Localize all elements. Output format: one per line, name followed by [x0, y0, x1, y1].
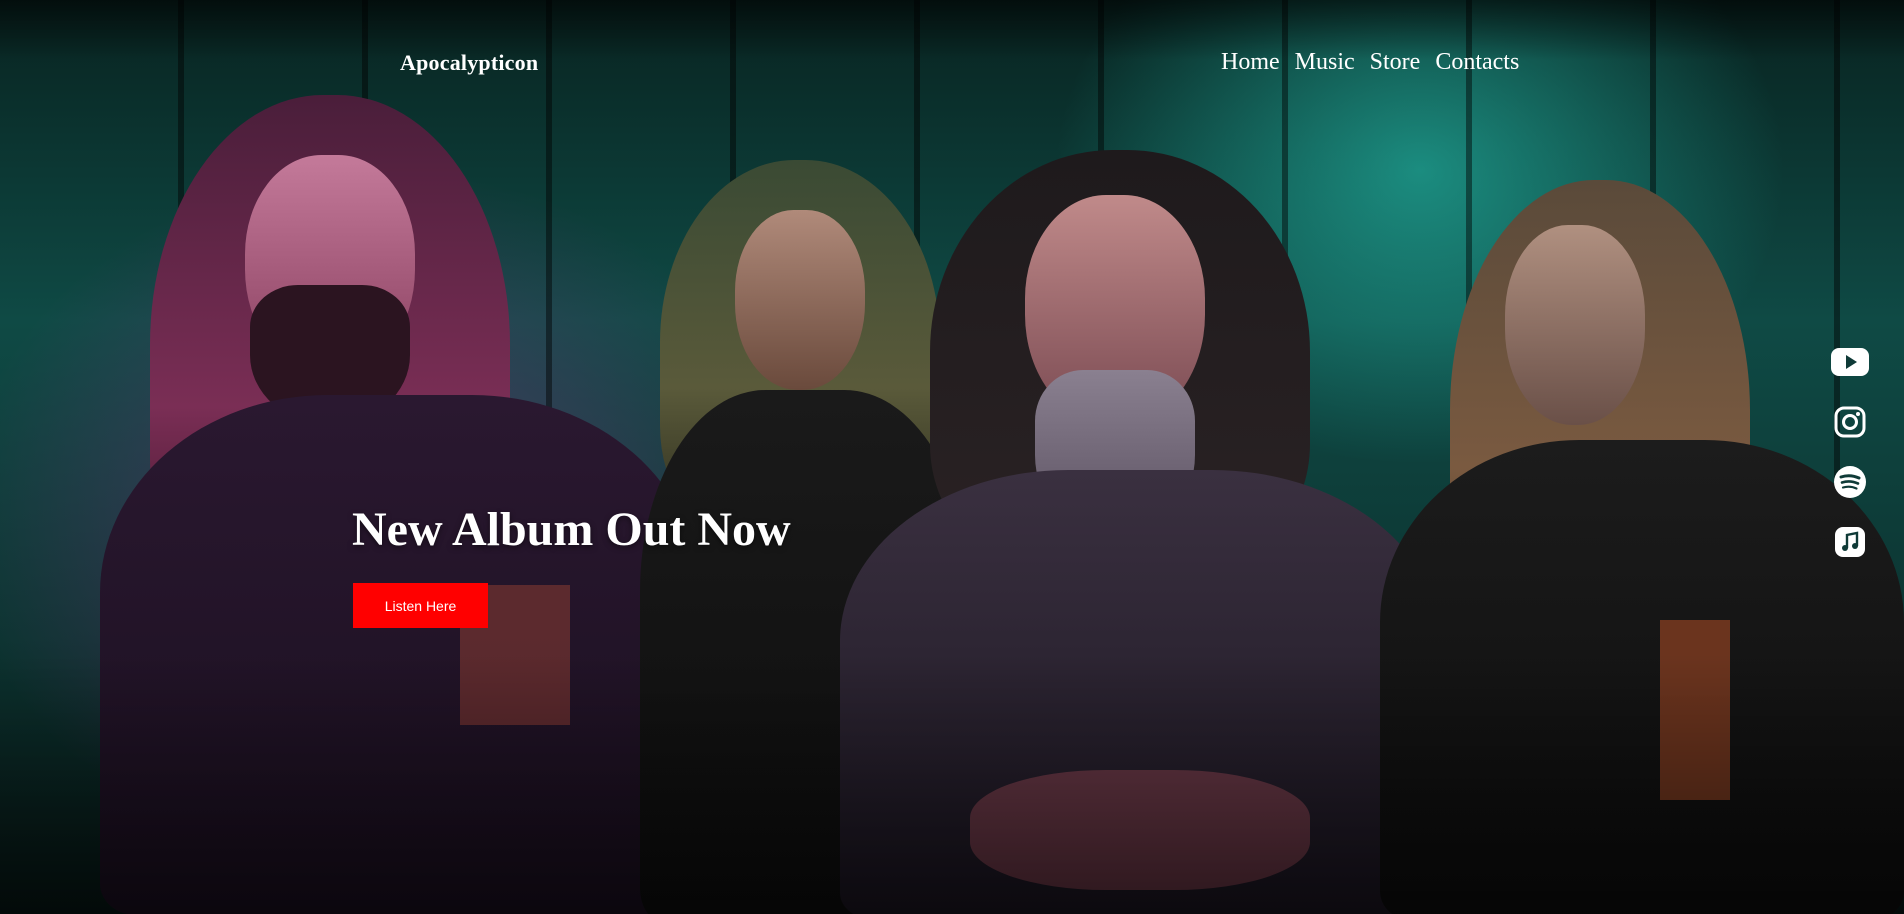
band-photo — [0, 0, 1904, 914]
instagram-icon[interactable] — [1830, 403, 1870, 441]
youtube-icon[interactable] — [1830, 343, 1870, 381]
brand-logo[interactable]: Apocalypticon — [400, 50, 538, 76]
nav-item-contacts[interactable]: Contacts — [1435, 49, 1519, 76]
hero-section: Apocalypticon Home Music Store Contacts … — [0, 0, 1904, 914]
nav-item-store[interactable]: Store — [1370, 49, 1421, 76]
social-links — [1830, 343, 1870, 561]
spotify-icon[interactable] — [1830, 463, 1870, 501]
nav-item-music[interactable]: Music — [1295, 49, 1355, 76]
hero-headline: New Album Out Now — [352, 503, 791, 556]
nav-item-home[interactable]: Home — [1221, 49, 1280, 76]
main-nav: Home Music Store Contacts — [1221, 49, 1519, 76]
apple-music-icon[interactable] — [1830, 523, 1870, 561]
listen-here-button[interactable]: Listen Here — [353, 583, 488, 628]
